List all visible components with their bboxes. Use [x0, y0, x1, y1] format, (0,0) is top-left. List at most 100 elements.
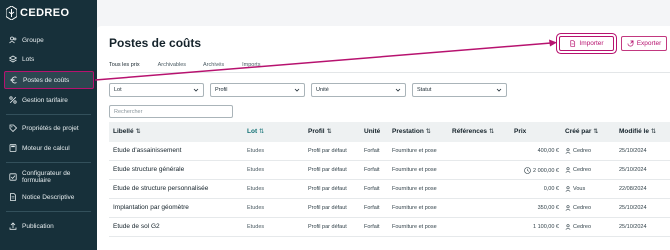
- statut-filter-label: Statut: [417, 87, 432, 93]
- cell-modifie-le: 25/10/2024: [619, 224, 647, 230]
- sort-icon: ⇅: [425, 129, 431, 135]
- chevron-down-icon: [395, 88, 401, 92]
- cell-prestation: Fourniture et pose: [392, 224, 437, 230]
- cell-profil: Profil par défaut: [308, 186, 347, 192]
- lot-filter-label: Lot: [114, 87, 122, 93]
- sidebar-item-publication[interactable]: Publication: [4, 218, 94, 234]
- sidebar-divider: [6, 211, 91, 212]
- user-icon: [565, 148, 571, 154]
- sidebar-item-label: Publication: [22, 222, 54, 230]
- cedreo-logo-icon: [6, 6, 17, 20]
- creator-name: Cedreo: [573, 148, 592, 154]
- sidebar-item-lots[interactable]: Lots: [4, 51, 94, 67]
- brand-text: CEDREO: [20, 7, 70, 19]
- cell-cree-par: Cedreo: [565, 205, 591, 211]
- export-button[interactable]: Exporter: [621, 36, 667, 51]
- euro-icon: [10, 76, 17, 84]
- creator-name: Vous: [573, 186, 586, 192]
- cell-lot: Etudes: [247, 167, 265, 173]
- users-icon: [9, 36, 17, 44]
- cell-libelle: Implantation par géomètre: [113, 204, 189, 211]
- user-icon: [565, 186, 571, 192]
- table-row[interactable]: Etude structure générale Etudes Profil p…: [109, 161, 670, 180]
- sidebar-item-groupe[interactable]: Groupe: [4, 32, 94, 48]
- sidebar-item-notice-descriptive[interactable]: Notice Descriptive: [4, 189, 94, 205]
- column-header-label: Modifié le: [619, 128, 649, 135]
- clock-icon: [524, 167, 531, 174]
- statut-filter-select[interactable]: Statut: [412, 83, 507, 97]
- cell-cree-par: Cedreo: [565, 224, 591, 230]
- sidebar-item-gestion-tarifaire[interactable]: Gestion tarifaire: [4, 92, 94, 108]
- cell-libelle: Etude de sol G2: [113, 223, 160, 230]
- price-value: 2 000,00 €: [533, 167, 559, 174]
- column-header-prestation[interactable]: Prestation ⇅: [392, 128, 431, 135]
- cell-unite: Forfait: [364, 186, 380, 192]
- cell-profil: Profil par défaut: [308, 148, 347, 154]
- cell-unite: Forfait: [364, 167, 380, 173]
- column-header-cree-par[interactable]: Créé par ⇅: [565, 128, 598, 135]
- column-header-libelle[interactable]: Libellé ⇅: [113, 128, 141, 135]
- cell-cree-par: Cedreo: [565, 148, 591, 154]
- sort-asc-icon: ⇅: [259, 129, 265, 135]
- page-title: Postes de coûts: [109, 36, 202, 50]
- import-button[interactable]: Importer: [559, 36, 614, 51]
- column-header-lot[interactable]: Lot ⇅: [247, 128, 264, 135]
- cell-modifie-le: 25/10/2024: [619, 167, 647, 173]
- cell-libelle: Etude d'assainissement: [113, 147, 182, 154]
- sort-icon: ⇅: [650, 129, 657, 135]
- cell-prestation: Fourniture et pose: [392, 205, 437, 211]
- sidebar-item-label: Configurateur de formulaire: [22, 170, 71, 184]
- lot-filter-select[interactable]: Lot: [109, 83, 204, 97]
- cell-libelle: Etude de structure personnalisée: [113, 185, 209, 192]
- cell-unite: Forfait: [364, 148, 380, 154]
- table-row[interactable]: Etude d'assainissement Etudes Profil par…: [109, 142, 670, 161]
- table-row[interactable]: Implantation par géomètre Etudes Profil …: [109, 199, 670, 218]
- column-header-label: Libellé: [113, 128, 134, 135]
- price-value: 1 100,00 €: [533, 224, 559, 230]
- import-button-label: Importer: [579, 40, 604, 47]
- search-input[interactable]: Rechercher: [109, 105, 233, 118]
- main-panel: Postes de coûts Importer Exporter Tous l…: [97, 26, 670, 250]
- unite-filter-select[interactable]: Unité: [311, 83, 406, 97]
- table-row[interactable]: Etude de sol G2 Etudes Profil par défaut…: [109, 218, 670, 237]
- sort-icon: ⇅: [593, 129, 599, 135]
- export-button-label: Exporter: [636, 40, 662, 47]
- creator-name: Cedreo: [573, 167, 592, 173]
- column-header-label: Références: [452, 128, 488, 135]
- cell-prix: 0,00 €: [509, 186, 559, 192]
- cell-unite: Forfait: [364, 224, 380, 230]
- cell-lot: Etudes: [247, 148, 265, 154]
- sidebar-item-label: Moteur de calcul: [22, 144, 70, 152]
- cell-cree-par: Vous: [565, 186, 585, 192]
- user-icon: [565, 224, 571, 230]
- cell-unite: Forfait: [364, 205, 380, 211]
- cedreo-logo[interactable]: CEDREO: [6, 4, 69, 22]
- cell-cree-par: Cedreo: [565, 167, 591, 173]
- sidebar-item-moteur-de-calcul[interactable]: Moteur de calcul: [4, 140, 94, 156]
- cell-prix: 400,00 €: [509, 148, 559, 154]
- sidebar-item-configurateur-de-formulaire[interactable]: Configurateur de formulaire: [4, 169, 94, 185]
- price-value: 0,00 €: [543, 186, 559, 192]
- column-header-label: Prix: [514, 128, 527, 135]
- cell-profil: Profil par défaut: [308, 205, 347, 211]
- table-row[interactable]: Etude de structure personnalisée Etudes …: [109, 180, 670, 199]
- document-icon: [10, 193, 16, 201]
- column-header-label: Prestation: [392, 128, 424, 135]
- column-header-label: Créé par: [565, 128, 592, 135]
- column-header-profil[interactable]: Profil ⇅: [308, 128, 332, 135]
- table-header: Libellé ⇅ Lot ⇅ Profil ⇅ Unité Prestation ⇅ …: [109, 122, 670, 142]
- sidebar-item-postes-de-couts[interactable]: Postes de coûts: [4, 71, 94, 89]
- column-header-references[interactable]: Références ⇅: [452, 128, 494, 135]
- sidebar: CEDREO Groupe Lots Postes de coûts Gesti…: [0, 0, 97, 250]
- sort-icon: ⇅: [489, 129, 495, 135]
- sidebar-item-label: Propriétés de projet: [22, 124, 79, 132]
- sort-icon: ⇅: [326, 129, 332, 135]
- sidebar-item-label: Lots: [22, 55, 35, 63]
- cell-profil: Profil par défaut: [308, 167, 347, 173]
- sidebar-item-proprietes-de-projet[interactable]: Propriétés de projet: [4, 120, 94, 136]
- chevron-down-icon: [193, 88, 199, 92]
- column-header-modifie-le[interactable]: Modifié le ⇅: [619, 128, 656, 135]
- cell-lot: Etudes: [247, 186, 265, 192]
- unite-filter-label: Unité: [316, 87, 329, 93]
- profil-filter-select[interactable]: Profil: [210, 83, 305, 97]
